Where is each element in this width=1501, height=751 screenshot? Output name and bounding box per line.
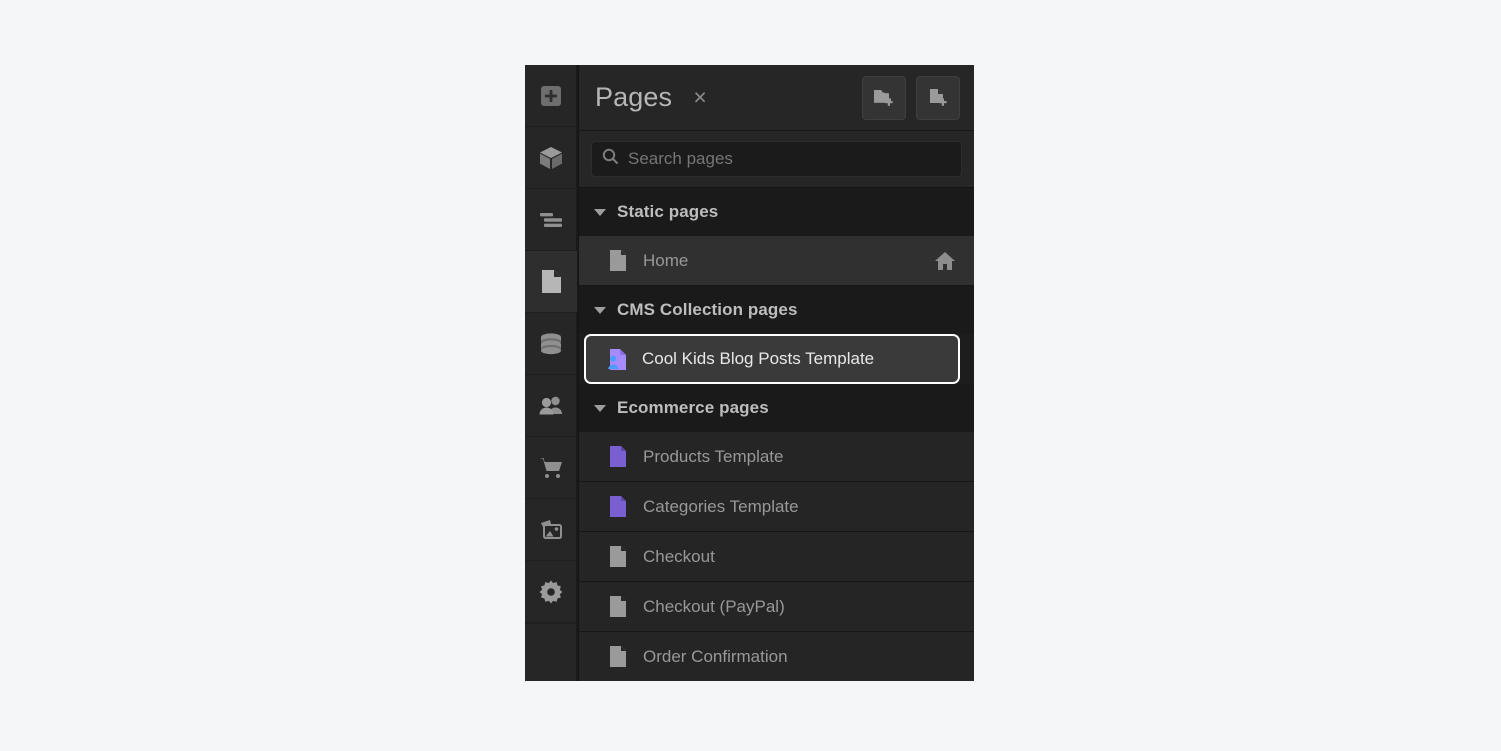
list-item[interactable]: Checkout — [579, 532, 974, 582]
section-header-cms-collection-pages[interactable]: CMS Collection pages — [579, 286, 974, 334]
rail-item-navigator[interactable] — [525, 189, 577, 251]
list-item-label: Order Confirmation — [643, 647, 788, 667]
rail-item-assets[interactable] — [525, 499, 577, 561]
rail-item-pages[interactable] — [525, 251, 577, 313]
users-icon — [538, 393, 564, 419]
settings-gear-icon — [538, 579, 564, 605]
rail-filler — [525, 623, 577, 681]
list-item-selected[interactable]: Cool Kids Blog Posts Template — [584, 334, 960, 384]
cms-template-page-icon — [606, 349, 628, 370]
list-item[interactable]: Home — [579, 236, 974, 286]
add-panel-icon — [538, 83, 564, 109]
list-item-label: Home — [643, 251, 688, 271]
list-item[interactable]: Checkout (PayPal) — [579, 582, 974, 632]
new-page-button[interactable] — [916, 76, 960, 120]
new-folder-button[interactable] — [862, 76, 906, 120]
list-item-label: Categories Template — [643, 497, 799, 517]
home-icon — [934, 251, 956, 271]
rail-item-add-elements[interactable] — [525, 65, 577, 127]
section-label: Ecommerce pages — [617, 398, 769, 418]
assets-image-icon — [538, 517, 564, 543]
page-title: Pages — [595, 82, 672, 113]
chevron-down-icon — [594, 209, 606, 216]
list-item[interactable]: Order Confirmation — [579, 632, 974, 681]
search-box[interactable] — [591, 141, 962, 177]
list-item[interactable]: Products Template — [579, 432, 974, 482]
search-area — [579, 131, 974, 188]
left-icon-rail — [525, 65, 578, 681]
rail-item-users[interactable] — [525, 375, 577, 437]
ecommerce-cart-icon — [538, 455, 564, 481]
template-page-icon — [607, 446, 629, 467]
list-item-label: Checkout (PayPal) — [643, 597, 785, 617]
section-label: CMS Collection pages — [617, 300, 798, 320]
pages-list: Static pages Home C — [579, 188, 974, 681]
page-icon — [607, 546, 629, 567]
page-plus-icon — [926, 86, 950, 110]
list-item[interactable]: Categories Template — [579, 482, 974, 532]
components-icon — [538, 145, 564, 171]
cms-database-icon — [538, 331, 564, 357]
rail-item-settings[interactable] — [525, 561, 577, 623]
chevron-down-icon — [594, 307, 606, 314]
chevron-down-icon — [594, 405, 606, 412]
search-input[interactable] — [628, 149, 951, 169]
navigator-icon — [538, 207, 564, 233]
pages-panel: Pages × — [578, 65, 974, 681]
page-icon — [607, 250, 629, 271]
search-icon — [602, 148, 619, 170]
webflow-designer-pages-panel: Pages × — [525, 65, 974, 681]
rail-item-ecommerce[interactable] — [525, 437, 577, 499]
page-icon — [607, 596, 629, 617]
list-item-label: Checkout — [643, 547, 715, 567]
rail-item-cms[interactable] — [525, 313, 577, 375]
template-page-icon — [607, 496, 629, 517]
list-item-label: Cool Kids Blog Posts Template — [642, 349, 874, 369]
selected-row-container: Cool Kids Blog Posts Template — [579, 334, 974, 384]
rail-item-components[interactable] — [525, 127, 577, 189]
section-header-static-pages[interactable]: Static pages — [579, 188, 974, 236]
section-header-ecommerce-pages[interactable]: Ecommerce pages — [579, 384, 974, 432]
section-label: Static pages — [617, 202, 718, 222]
list-item-label: Products Template — [643, 447, 783, 467]
pages-icon — [538, 268, 565, 295]
folder-plus-icon — [872, 86, 896, 110]
page-icon — [607, 646, 629, 667]
close-icon[interactable]: × — [689, 87, 711, 109]
panel-header: Pages × — [579, 65, 974, 131]
